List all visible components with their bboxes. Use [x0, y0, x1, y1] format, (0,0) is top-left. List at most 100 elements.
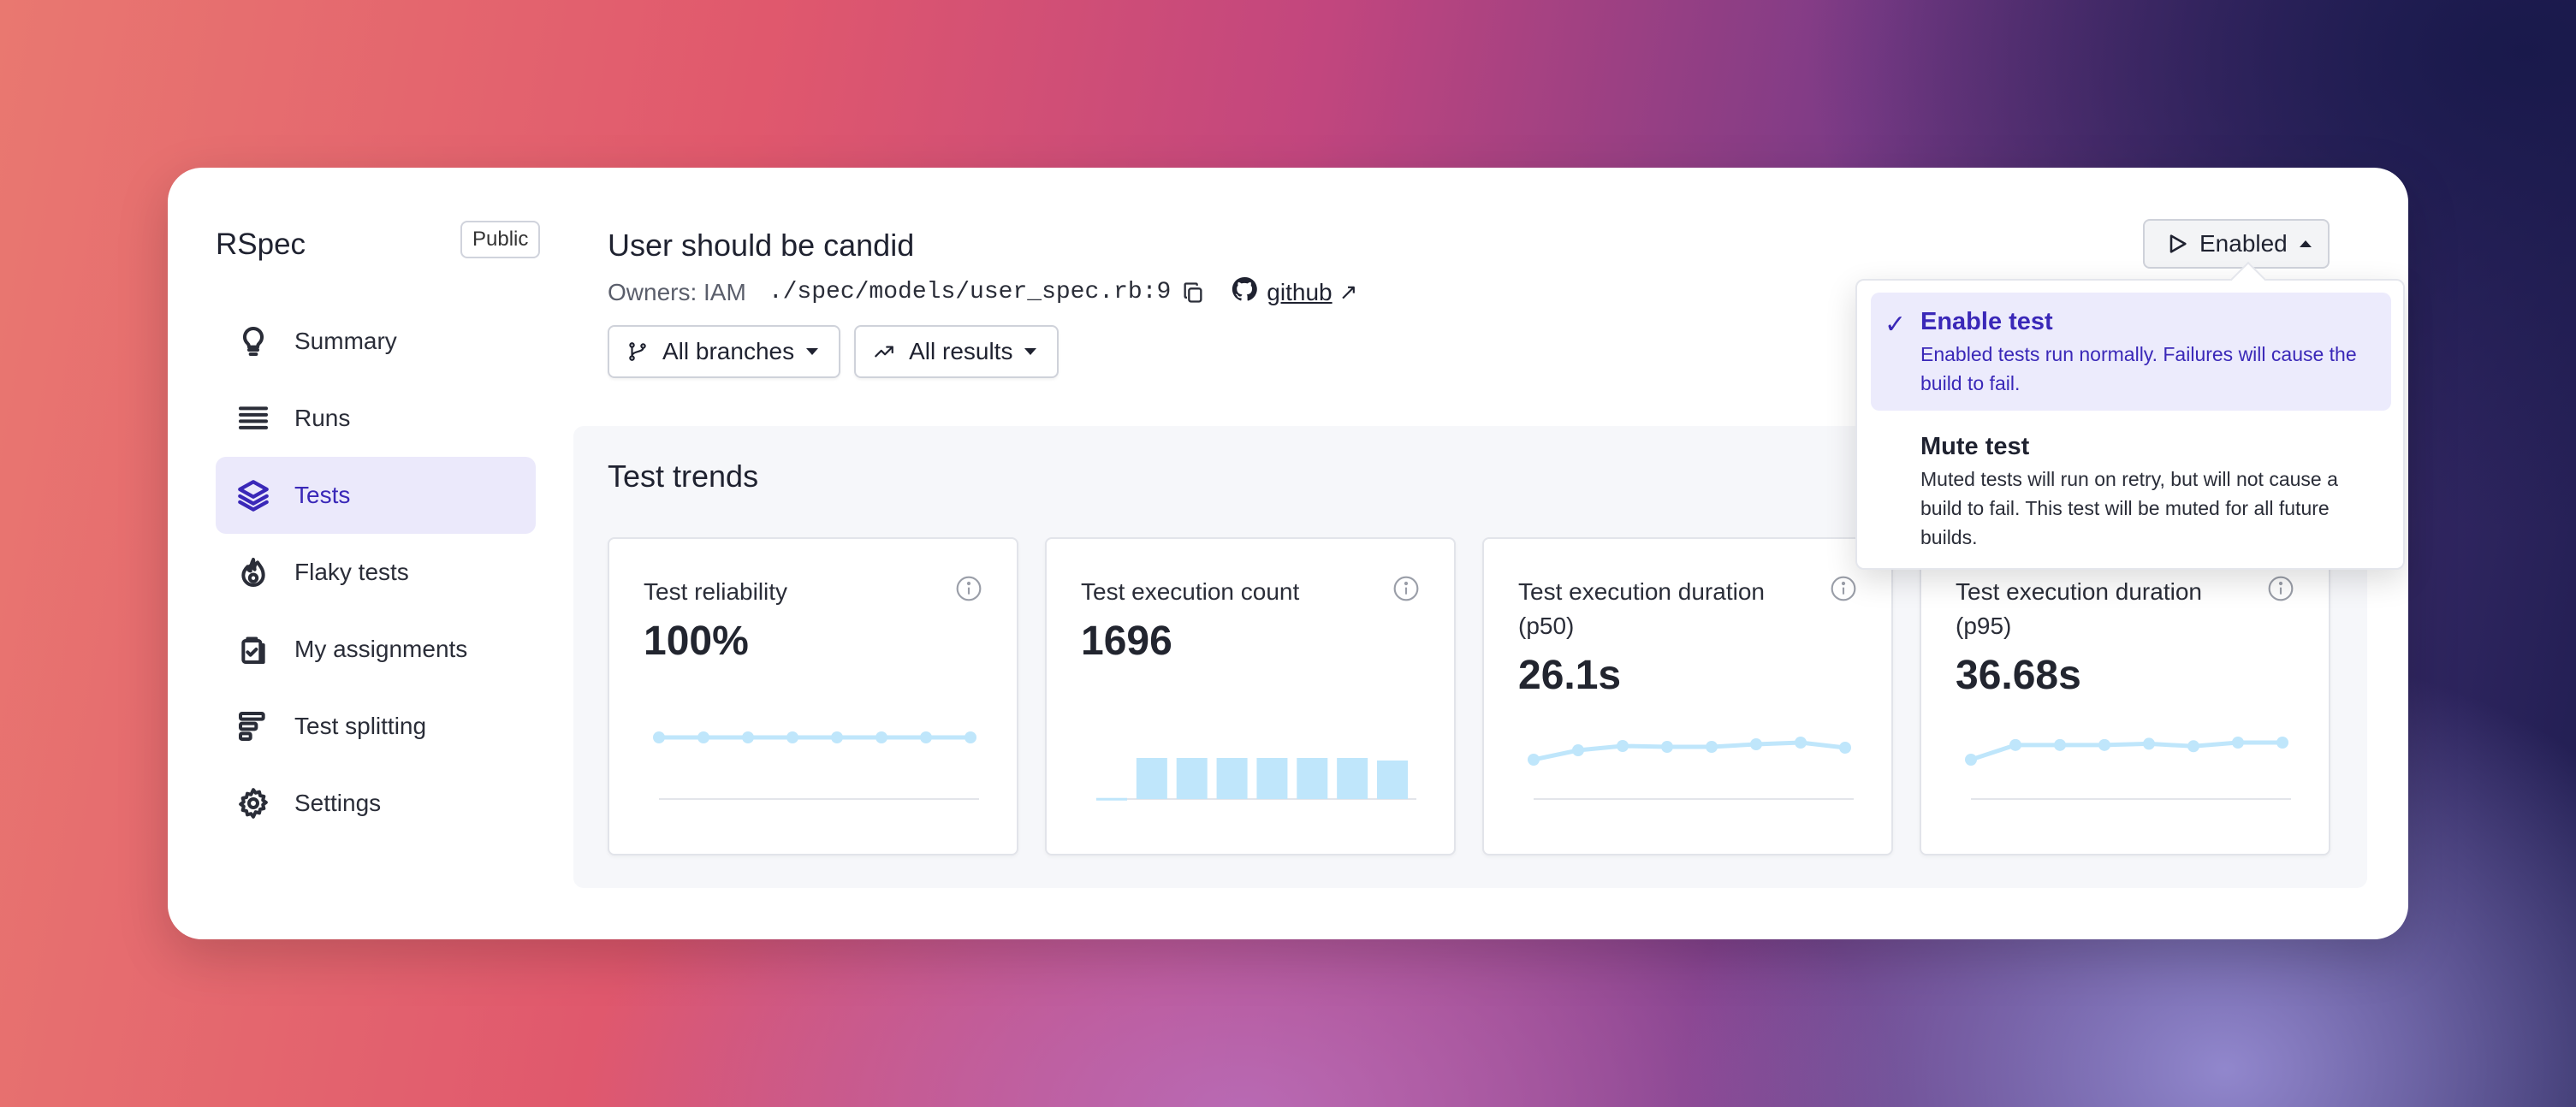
git-branch-icon — [626, 340, 649, 363]
sidebar-item-label: Tests — [294, 482, 351, 508]
sidebar-item-my-assignments[interactable]: My assignments — [216, 611, 536, 688]
metric-value: 100% — [644, 619, 749, 664]
metric-card-reliability: Test reliability 100% — [608, 537, 1018, 855]
chart-point — [742, 731, 754, 743]
execution-count-bars — [1096, 758, 1416, 801]
option-description: Enabled tests run normally. Failures wil… — [1920, 343, 2357, 394]
metric-label: Test reliability — [644, 578, 788, 605]
info-icon[interactable] — [955, 575, 982, 602]
filter-bar: All branches All results — [608, 325, 1059, 378]
option-title: Enable test — [1920, 308, 2053, 335]
metric-card-duration-p95: Test execution duration (p95) 36.68s — [1920, 537, 2330, 855]
results-filter-label: All results — [909, 338, 1013, 364]
suite-name: RSpec — [216, 228, 306, 261]
chart-bar — [1216, 758, 1248, 799]
visibility-badge: Public — [460, 221, 541, 258]
chart-point — [2143, 737, 2155, 750]
chart-point — [786, 731, 798, 743]
duration-p50-sparkline — [1528, 737, 1854, 800]
info-icon[interactable] — [1830, 575, 1857, 602]
info-icon[interactable] — [1392, 575, 1420, 602]
layers-icon — [234, 477, 272, 514]
lightbulb-icon — [234, 323, 272, 360]
chart-point — [2187, 740, 2199, 753]
metric-value: 26.1s — [1518, 653, 1622, 698]
metric-label: Test execution duration (p95) — [1956, 578, 2202, 639]
owners-label: Owners: IAM — [608, 278, 746, 305]
copy-icon[interactable] — [1181, 280, 1207, 305]
chart-point — [1965, 754, 1977, 766]
sidebar-item-label: My assignments — [294, 636, 468, 662]
chart-point — [875, 731, 887, 743]
sidebar-item-flaky-tests[interactable]: Flaky tests — [216, 534, 536, 611]
chart-point — [2098, 738, 2110, 751]
duration-p95-sparkline — [1965, 737, 2291, 800]
sidebar-item-label: Summary — [294, 328, 397, 354]
chevron-down-icon — [1024, 348, 1037, 355]
chart-point — [2276, 737, 2288, 749]
chart-bar — [1096, 797, 1127, 801]
metric-label: Test execution count — [1081, 578, 1300, 605]
github-icon — [1231, 275, 1258, 309]
clipboard-check-icon — [234, 630, 272, 668]
check-icon: ✓ — [1885, 311, 1907, 339]
sidebar-item-test-splitting[interactable]: Test splitting — [216, 688, 536, 765]
branch-filter-button[interactable]: All branches — [608, 325, 841, 378]
chart-point — [1661, 741, 1673, 753]
github-link-group[interactable]: github ↗ — [1231, 275, 1357, 309]
chart-point — [1528, 754, 1540, 766]
sidebar-item-settings[interactable]: Settings — [216, 765, 536, 842]
test-meta: Owners: IAM ./spec/models/user_spec.rb:9… — [608, 275, 1357, 309]
chart-point — [2232, 737, 2244, 749]
chart-point — [831, 731, 843, 743]
sidebar-item-label: Flaky tests — [294, 559, 409, 585]
metric-card-duration-p50: Test execution duration (p50) 26.1s — [1482, 537, 1893, 855]
chart-point — [1795, 737, 1807, 749]
chart-point — [1706, 741, 1718, 753]
menu-option-mute-test[interactable]: Mute test Muted tests will run on retry,… — [1871, 417, 2391, 554]
test-state-button[interactable]: Enabled — [2143, 219, 2330, 269]
trends-title: Test trends — [608, 459, 759, 494]
chart-point — [965, 731, 976, 743]
split-bars-icon — [234, 707, 272, 745]
list-icon — [234, 400, 272, 437]
chart-point — [1572, 744, 1584, 756]
chart-bar — [1377, 760, 1408, 799]
sidebar-item-tests[interactable]: Tests — [216, 457, 536, 534]
option-title: Mute test — [1920, 433, 2030, 460]
sidebar-item-runs[interactable]: Runs — [216, 380, 536, 457]
flame-icon — [234, 554, 272, 591]
chart-point — [2009, 738, 2021, 751]
test-state-label: Enabled — [2199, 230, 2288, 257]
chart-point — [653, 731, 665, 743]
chart-point — [697, 731, 709, 743]
test-state-menu: ✓ Enable test Enabled tests run normally… — [1855, 261, 2405, 570]
sidebar-item-label: Settings — [294, 790, 382, 816]
github-link[interactable]: github — [1267, 279, 1332, 306]
results-filter-button[interactable]: All results — [854, 325, 1059, 378]
chart-bar — [1256, 758, 1288, 799]
chart-bar — [1297, 758, 1328, 799]
external-link-icon: ↗ — [1338, 279, 1358, 305]
chart-point — [920, 731, 932, 743]
option-description: Muted tests will run on retry, but will … — [1920, 468, 2338, 548]
chart-point — [1839, 742, 1851, 754]
chart-point — [1750, 738, 1762, 750]
play-icon — [2165, 232, 2189, 256]
branch-filter-label: All branches — [662, 338, 795, 364]
menu-option-enable-test[interactable]: ✓ Enable test Enabled tests run normally… — [1871, 293, 2391, 411]
gear-icon — [234, 784, 272, 822]
sidebar-nav: Summary Runs Tests Flaky tests My assign… — [216, 303, 536, 842]
chart-bar — [1337, 758, 1368, 799]
metric-value: 36.68s — [1956, 653, 2081, 698]
trending-up-icon — [873, 340, 895, 363]
metric-card-execution-count: Test execution count 1696 — [1045, 537, 1456, 855]
chart-bar — [1176, 758, 1208, 799]
sidebar-item-label: Test splitting — [294, 713, 427, 739]
file-path: ./spec/models/user_spec.rb:9 — [768, 279, 1172, 305]
info-icon[interactable] — [2267, 575, 2294, 602]
sidebar-item-summary[interactable]: Summary — [216, 303, 536, 380]
chevron-up-icon — [2299, 240, 2312, 247]
metric-value: 1696 — [1081, 619, 1172, 664]
sidebar-item-label: Runs — [294, 405, 351, 431]
